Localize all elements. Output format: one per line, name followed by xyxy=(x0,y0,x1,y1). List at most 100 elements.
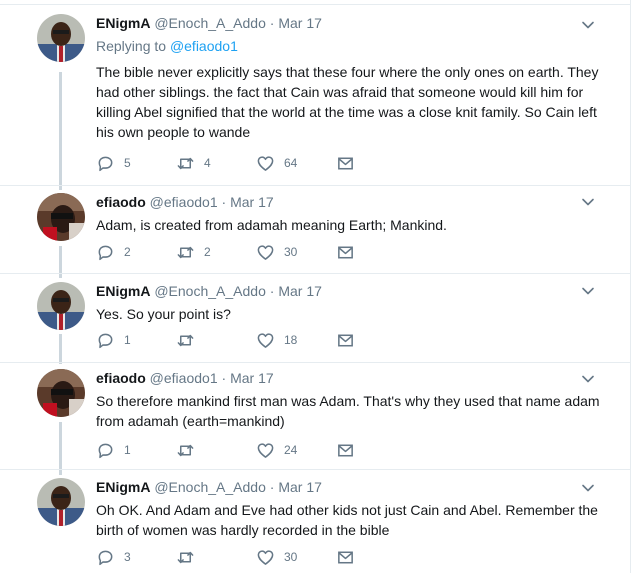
direct-message-button[interactable] xyxy=(336,547,355,567)
timestamp[interactable]: Mar 17 xyxy=(278,283,322,299)
reply-count: 3 xyxy=(124,550,131,564)
handle[interactable]: @Enoch_A_Addo xyxy=(154,479,266,495)
like-button[interactable]: 30 xyxy=(256,242,297,262)
retweet-button[interactable] xyxy=(176,440,204,460)
like-button[interactable]: 24 xyxy=(256,440,297,460)
retweet-icon xyxy=(177,334,194,346)
tweet-text: Adam, is created from adamah meaning Ear… xyxy=(96,217,447,233)
like-button[interactable]: 18 xyxy=(256,330,297,350)
display-name[interactable]: efiaodo xyxy=(96,194,146,210)
envelope-icon xyxy=(338,444,353,456)
heart-icon xyxy=(257,442,274,458)
mention-link[interactable]: @efiaodo1 xyxy=(170,38,238,54)
avatar-enigma[interactable] xyxy=(37,478,85,526)
envelope-icon xyxy=(338,157,353,169)
retweet-count: 4 xyxy=(204,156,211,170)
like-count: 30 xyxy=(284,550,298,564)
chevron-down-icon[interactable] xyxy=(581,481,595,495)
reply-icon xyxy=(98,443,113,458)
retweet-count: 2 xyxy=(204,245,211,259)
chevron-down-icon[interactable] xyxy=(581,284,595,298)
reply-button[interactable]: 1 xyxy=(96,330,131,350)
tweet[interactable]: ENigmA @Enoch_A_Addo · Mar 17 Oh OK. And… xyxy=(0,470,631,573)
retweet-button[interactable]: 2 xyxy=(176,242,211,262)
reply-count: 2 xyxy=(124,245,131,259)
envelope-icon xyxy=(338,551,353,563)
tweet-text: Yes. So your point is? xyxy=(96,306,231,322)
tweet-text: So therefore mankind first man was Adam.… xyxy=(96,393,600,429)
reply-count: 5 xyxy=(124,156,131,170)
display-name[interactable]: ENigmA xyxy=(96,479,150,495)
avatar-efiaodo[interactable] xyxy=(37,369,85,417)
retweet-icon xyxy=(177,246,194,258)
heart-icon xyxy=(257,155,274,171)
like-button[interactable]: 30 xyxy=(256,547,297,567)
heart-icon xyxy=(257,244,274,260)
timestamp[interactable]: Mar 17 xyxy=(278,15,322,31)
avatar-enigma[interactable] xyxy=(37,14,85,62)
separator-dot: · xyxy=(221,370,227,386)
reply-button[interactable]: 3 xyxy=(96,547,131,567)
retweet-icon xyxy=(177,157,194,169)
tweet-actions: 2 2 30 xyxy=(96,242,376,262)
chevron-down-icon[interactable] xyxy=(581,195,595,209)
direct-message-button[interactable] xyxy=(336,330,355,350)
reply-icon xyxy=(98,333,113,348)
avatar-efiaodo[interactable] xyxy=(37,193,85,241)
reply-count: 1 xyxy=(124,333,131,347)
tweet[interactable]: efiaodo @efiaodo1 · Mar 17 So therefore … xyxy=(0,363,631,469)
retweet-icon xyxy=(177,444,194,456)
reply-button[interactable]: 2 xyxy=(96,242,131,262)
tweet-actions: 1 18 xyxy=(96,330,376,350)
tweet[interactable]: ENigmA @Enoch_A_Addo · Mar 17 Yes. So yo… xyxy=(0,274,631,362)
retweet-button[interactable] xyxy=(176,547,204,567)
handle[interactable]: @Enoch_A_Addo xyxy=(154,15,266,31)
display-name[interactable]: ENigmA xyxy=(96,283,150,299)
timestamp[interactable]: Mar 17 xyxy=(230,370,274,386)
chevron-down-icon[interactable] xyxy=(581,372,595,386)
replying-to-label: Replying to xyxy=(96,38,170,54)
retweet-icon xyxy=(177,551,194,563)
tweet-header: ENigmA @Enoch_A_Addo · Mar 17 xyxy=(96,14,601,32)
separator-dot: · xyxy=(269,15,275,31)
tweet[interactable]: ENigmA @Enoch_A_Addo · Mar 17 Replying t… xyxy=(0,0,631,185)
tweet-header: efiaodo @efiaodo1 · Mar 17 xyxy=(96,369,601,387)
direct-message-button[interactable] xyxy=(336,440,355,460)
tweet-header: efiaodo @efiaodo1 · Mar 17 xyxy=(96,193,601,211)
direct-message-button[interactable] xyxy=(336,153,355,173)
chevron-down-icon[interactable] xyxy=(581,18,595,32)
retweet-button[interactable] xyxy=(176,330,204,350)
reply-button[interactable]: 1 xyxy=(96,440,131,460)
envelope-icon xyxy=(338,334,353,346)
tweet-header: ENigmA @Enoch_A_Addo · Mar 17 xyxy=(96,478,601,496)
separator-dot: · xyxy=(221,194,227,210)
reply-icon xyxy=(98,156,113,171)
separator-dot: · xyxy=(269,283,275,299)
replying-to: Replying to @efiaodo1 xyxy=(96,37,601,55)
envelope-icon xyxy=(338,246,353,258)
heart-icon xyxy=(257,332,274,348)
reply-count: 1 xyxy=(124,443,131,457)
like-button[interactable]: 64 xyxy=(256,153,297,173)
tweet-text: The bible never explicitly says that the… xyxy=(96,64,599,140)
tweet[interactable]: efiaodo @efiaodo1 · Mar 17 Adam, is crea… xyxy=(0,186,631,273)
handle[interactable]: @efiaodo1 xyxy=(150,194,218,210)
separator-dot: · xyxy=(269,479,275,495)
tweet-actions: 1 24 xyxy=(96,440,376,460)
like-count: 24 xyxy=(284,443,298,457)
timestamp[interactable]: Mar 17 xyxy=(230,194,274,210)
timestamp[interactable]: Mar 17 xyxy=(278,479,322,495)
direct-message-button[interactable] xyxy=(336,242,355,262)
reply-button[interactable]: 5 xyxy=(96,153,131,173)
handle[interactable]: @efiaodo1 xyxy=(150,370,218,386)
heart-icon xyxy=(257,549,274,565)
avatar-enigma[interactable] xyxy=(37,282,85,330)
like-count: 18 xyxy=(284,333,298,347)
tweet-text: Oh OK. And Adam and Eve had other kids n… xyxy=(96,502,598,538)
display-name[interactable]: ENigmA xyxy=(96,15,150,31)
reply-icon xyxy=(98,550,113,565)
retweet-button[interactable]: 4 xyxy=(176,153,211,173)
handle[interactable]: @Enoch_A_Addo xyxy=(154,283,266,299)
display-name[interactable]: efiaodo xyxy=(96,370,146,386)
like-count: 30 xyxy=(284,245,298,259)
